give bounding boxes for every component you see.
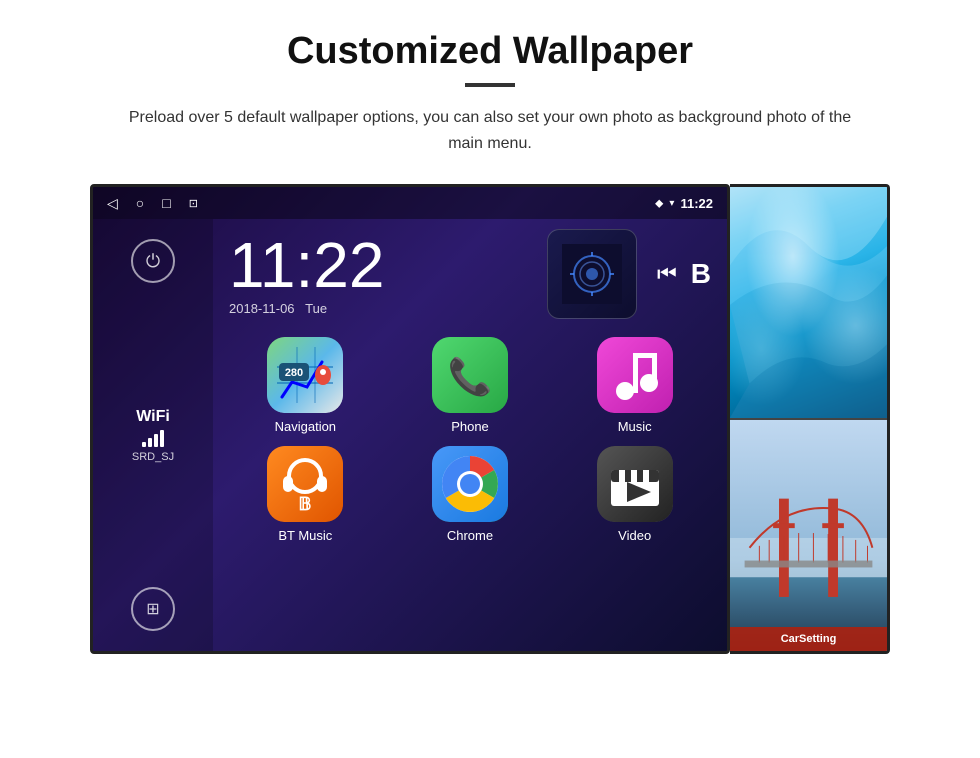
app-phone[interactable]: 📞 Phone — [394, 337, 547, 434]
wifi-bar-1 — [142, 442, 146, 447]
power-icon: ⏻ — [146, 251, 160, 272]
phone-label: Phone — [451, 419, 489, 434]
wifi-bars — [132, 430, 174, 447]
device-frame: ◁ ○ □ ⊡ ⬥ ▾ 11:22 — [90, 184, 890, 654]
status-bar: ◁ ○ □ ⊡ ⬥ ▾ 11:22 — [93, 187, 727, 219]
navigation-label: Navigation — [275, 419, 336, 434]
screen-container: ◁ ○ □ ⊡ ⬥ ▾ 11:22 — [40, 184, 940, 654]
bt-music-label: BT Music — [278, 528, 332, 543]
clock-time: 11:22 — [229, 233, 384, 297]
svg-text:𝔹: 𝔹 — [299, 494, 312, 514]
music-label: Music — [618, 419, 652, 434]
letter-b-display: B — [691, 258, 711, 290]
svg-text:280: 280 — [285, 367, 303, 379]
android-sidebar: ⏻ WiFi SRD_SJ — [93, 219, 213, 651]
media-icons: ⏮ B — [547, 229, 711, 319]
glacier-background — [730, 187, 887, 418]
music-icon — [597, 337, 673, 413]
apps-grid-icon: ⊞ — [146, 599, 159, 619]
bridge-background: CarSetting — [730, 420, 887, 651]
wifi-info: WiFi SRD_SJ — [132, 408, 174, 463]
wifi-bar-4 — [160, 430, 164, 447]
app-navigation[interactable]: 280 Navigation — [229, 337, 382, 434]
svg-text:📞: 📞 — [448, 354, 493, 397]
app-bt-music[interactable]: 𝔹 BT Music — [229, 446, 382, 543]
wifi-label: WiFi — [132, 408, 174, 426]
media-app-display — [547, 229, 637, 319]
title-divider — [465, 83, 515, 87]
screenshot-icon[interactable]: ⊡ — [189, 197, 198, 210]
wifi-bar-3 — [154, 434, 158, 447]
android-center: 11:22 2018-11-06 Tue — [213, 219, 727, 651]
car-setting-label: CarSetting — [781, 633, 837, 645]
wallpaper-bridge[interactable]: CarSetting — [730, 420, 887, 651]
prev-track-button[interactable]: ⏮ — [657, 261, 677, 287]
recent-icon[interactable]: □ — [162, 195, 170, 211]
app-music[interactable]: Music — [558, 337, 711, 434]
video-label: Video — [618, 528, 651, 543]
android-screen: ◁ ○ □ ⊡ ⬥ ▾ 11:22 — [90, 184, 730, 654]
status-bar-right: ⬥ ▾ 11:22 — [655, 196, 713, 211]
video-icon — [597, 446, 673, 522]
clock-info: 11:22 2018-11-06 Tue — [229, 233, 384, 316]
home-icon[interactable]: ○ — [136, 195, 144, 211]
wifi-bar-2 — [148, 438, 152, 447]
status-time: 11:22 — [680, 196, 713, 211]
bt-music-icon: 𝔹 — [267, 446, 343, 522]
wallpaper-glacier[interactable] — [730, 187, 887, 420]
power-button[interactable]: ⏻ — [131, 239, 175, 283]
app-chrome[interactable]: Chrome — [394, 446, 547, 543]
wifi-ssid: SRD_SJ — [132, 451, 174, 463]
page-description: Preload over 5 default wallpaper options… — [110, 105, 870, 156]
back-icon[interactable]: ◁ — [107, 195, 118, 212]
wallpaper-thumbnails: CarSetting — [730, 184, 890, 654]
location-icon: ⬥ — [655, 196, 663, 211]
page-title: Customized Wallpaper — [287, 30, 693, 73]
clock-date: 2018-11-06 Tue — [229, 301, 384, 316]
phone-icon: 📞 — [432, 337, 508, 413]
chrome-label: Chrome — [447, 528, 493, 543]
clock-area: 11:22 2018-11-06 Tue — [229, 229, 711, 319]
apps-grid-button[interactable]: ⊞ — [131, 587, 175, 631]
chrome-icon — [432, 446, 508, 522]
app-video[interactable]: Video — [558, 446, 711, 543]
status-bar-left: ◁ ○ □ ⊡ — [107, 195, 198, 212]
android-main: ⏻ WiFi SRD_SJ — [93, 219, 727, 651]
media-controls: ⏮ B — [657, 258, 711, 290]
wifi-signal-icon: ▾ — [669, 198, 674, 209]
navigation-icon: 280 — [267, 337, 343, 413]
app-grid: 280 Navigation — [229, 337, 711, 543]
